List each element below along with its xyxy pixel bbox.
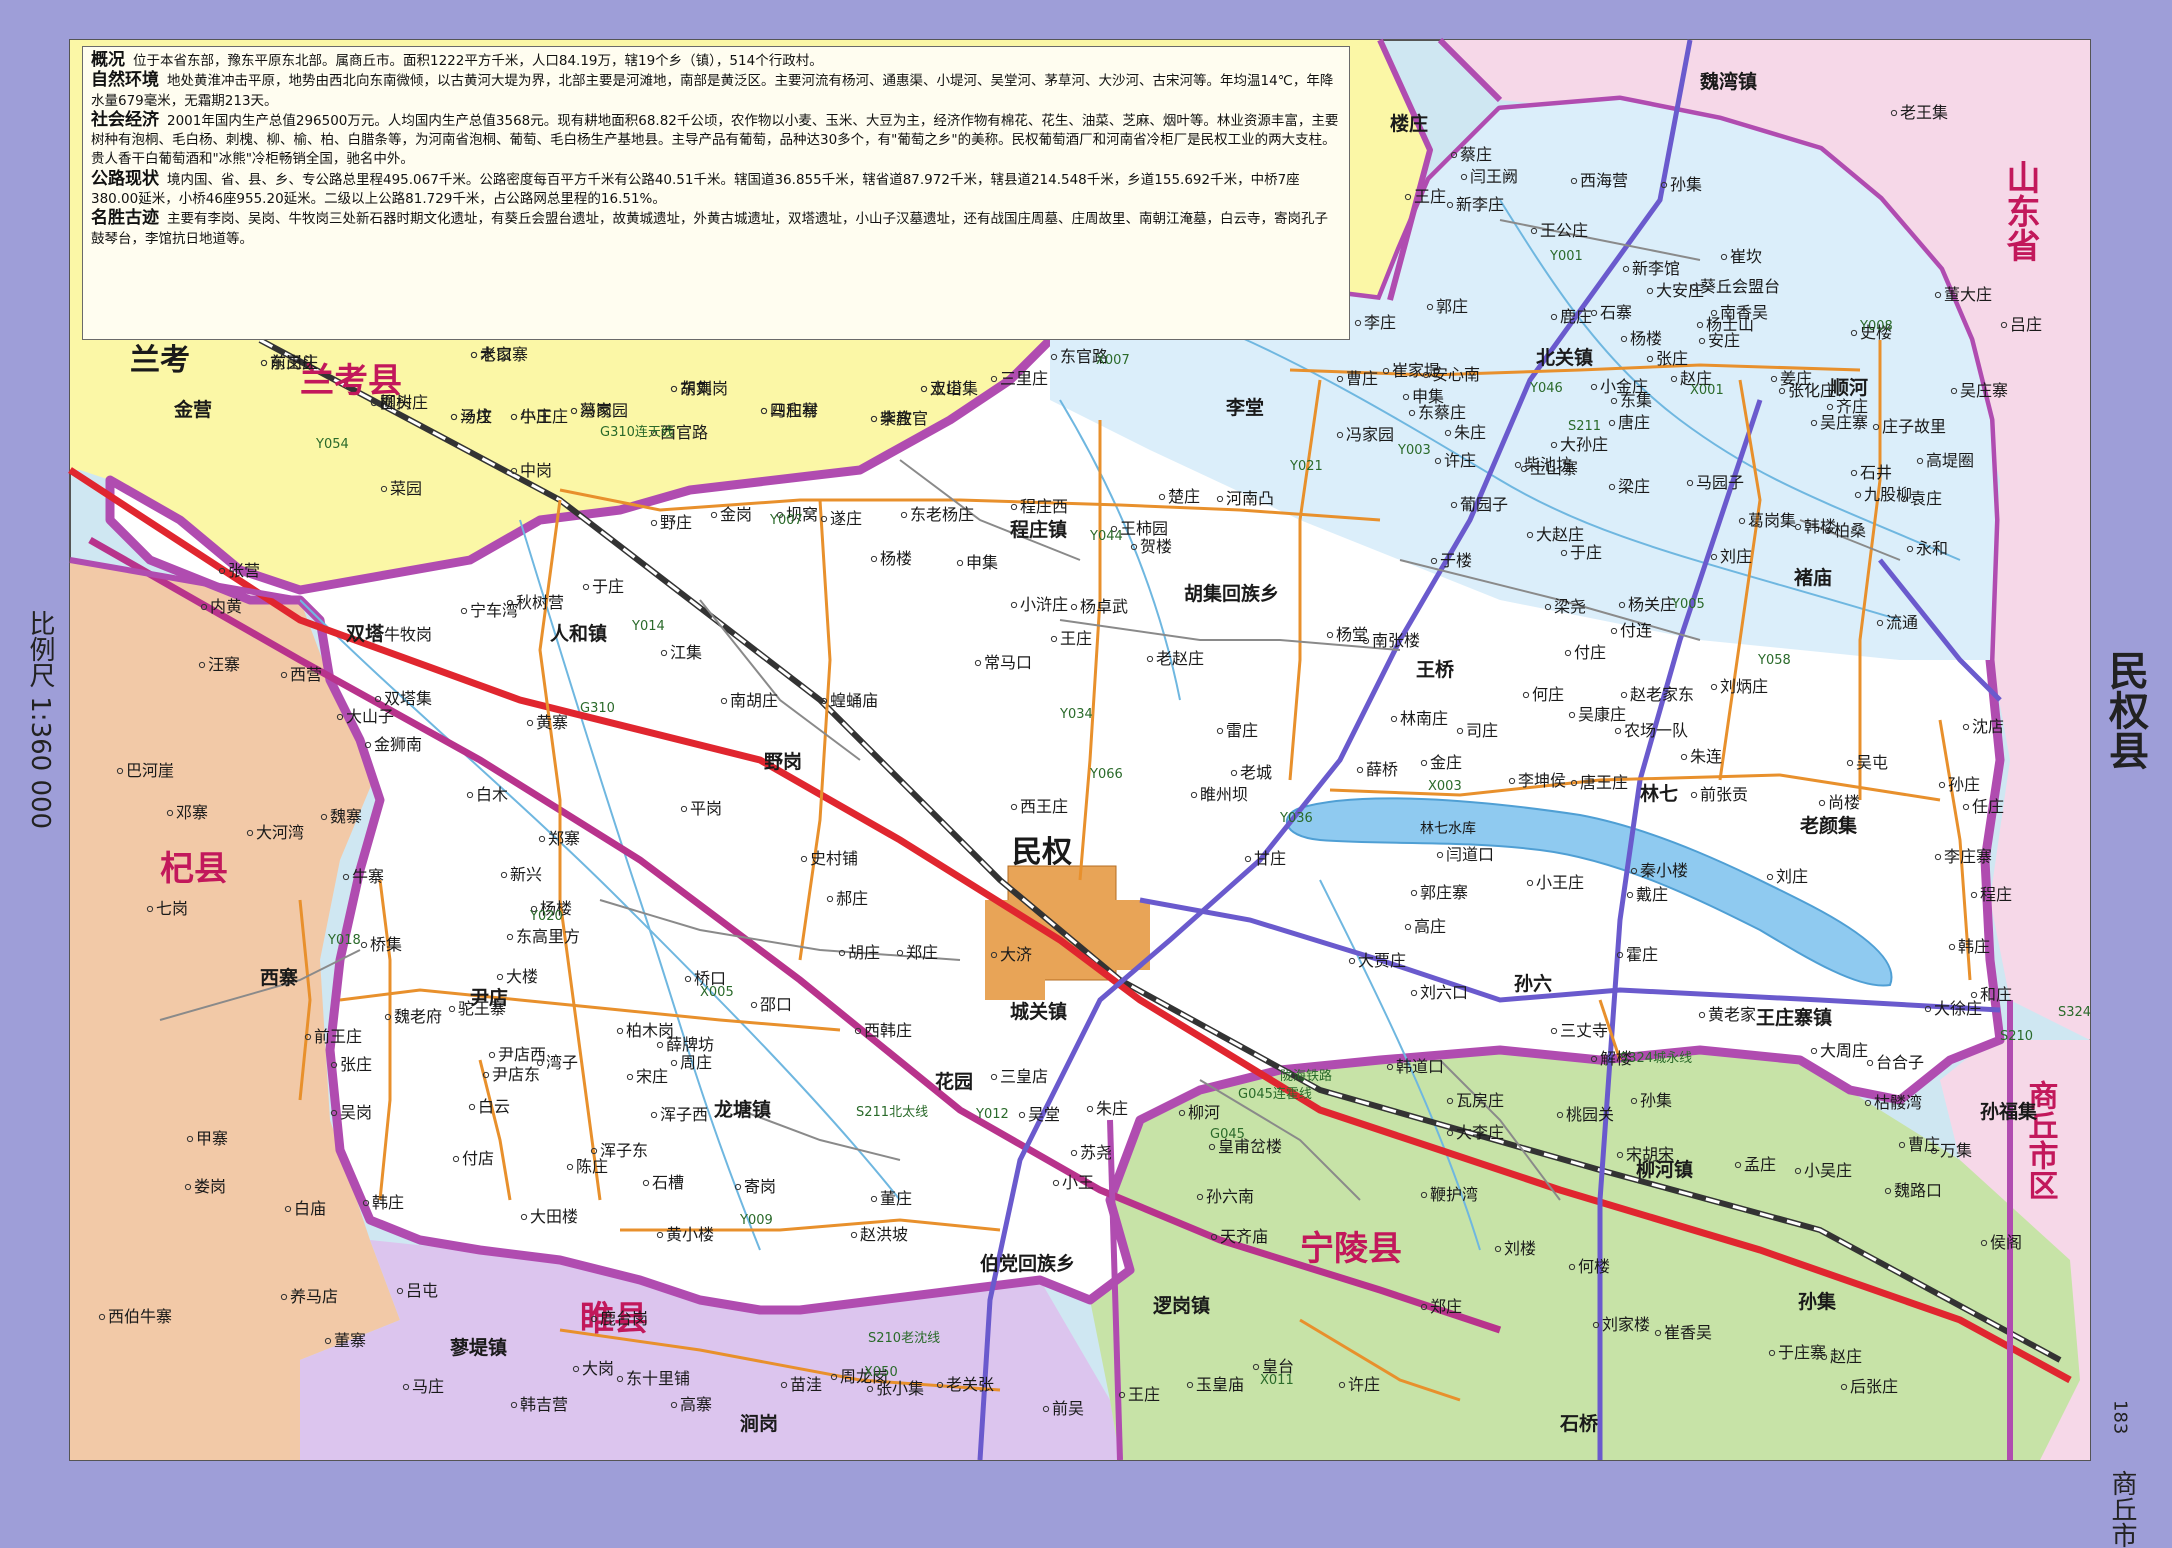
info-heading: 名胜古迹 (91, 208, 159, 229)
info-text: 位于本省东部，豫东平原东北部。属商丘市。面积1222平方千米，人口84.19万，… (133, 53, 823, 69)
info-text: 主要有李岗、吴岗、牛牧岗三处新石器时期文化遗址，有葵丘会盟台遗址，故黄城遗址，外… (91, 211, 1328, 247)
info-heading: 公路现状 (91, 168, 159, 189)
info-sights: 名胜古迹 主要有李岗、吴岗、牛牧岗三处新石器时期文化遗址，有葵丘会盟台遗址，故黄城… (91, 209, 1341, 249)
lake-label: 林七水库 (1420, 821, 1476, 837)
info-heading: 社会经济 (91, 109, 159, 130)
info-heading: 自然环境 (91, 70, 159, 91)
info-text: 地处黄淮冲击平原，地势由西北向东南微倾，以古黄河大堤为界，北部主要是河滩地，南部… (91, 73, 1334, 109)
info-overview: 概况 位于本省东部，豫东平原东北部。属商丘市。面积1222平方千米，人口84.19… (91, 50, 1341, 71)
info-economy: 社会经济 2001年国内生产总值296500万元。人均国内生产总值3568元。现有… (91, 109, 1341, 170)
info-environment: 自然环境 地处黄淮冲击平原，地势由西北向东南微倾，以古黄河大堤为界，北部主要是河滩… (91, 71, 1341, 111)
info-heading: 概况 (91, 50, 125, 70)
info-text: 境内国、省、县、乡、专公路总里程495.067千米。公路密度每百平方千米有公路4… (91, 171, 1300, 208)
info-box: 概况 位于本省东部，豫东平原东北部。属商丘市。面积1222平方千米，人口84.19… (82, 46, 1350, 340)
info-roads: 公路现状 境内国、省、县、乡、专公路总里程495.067千米。公路密度每百平方千米… (91, 168, 1341, 210)
map-page: { "page": {"county_title": "民权县", "city_… (0, 0, 2172, 1548)
info-text: 2001年国内生产总值296500万元。人均国内生产总值3568元。现有耕地面积… (91, 112, 1339, 168)
